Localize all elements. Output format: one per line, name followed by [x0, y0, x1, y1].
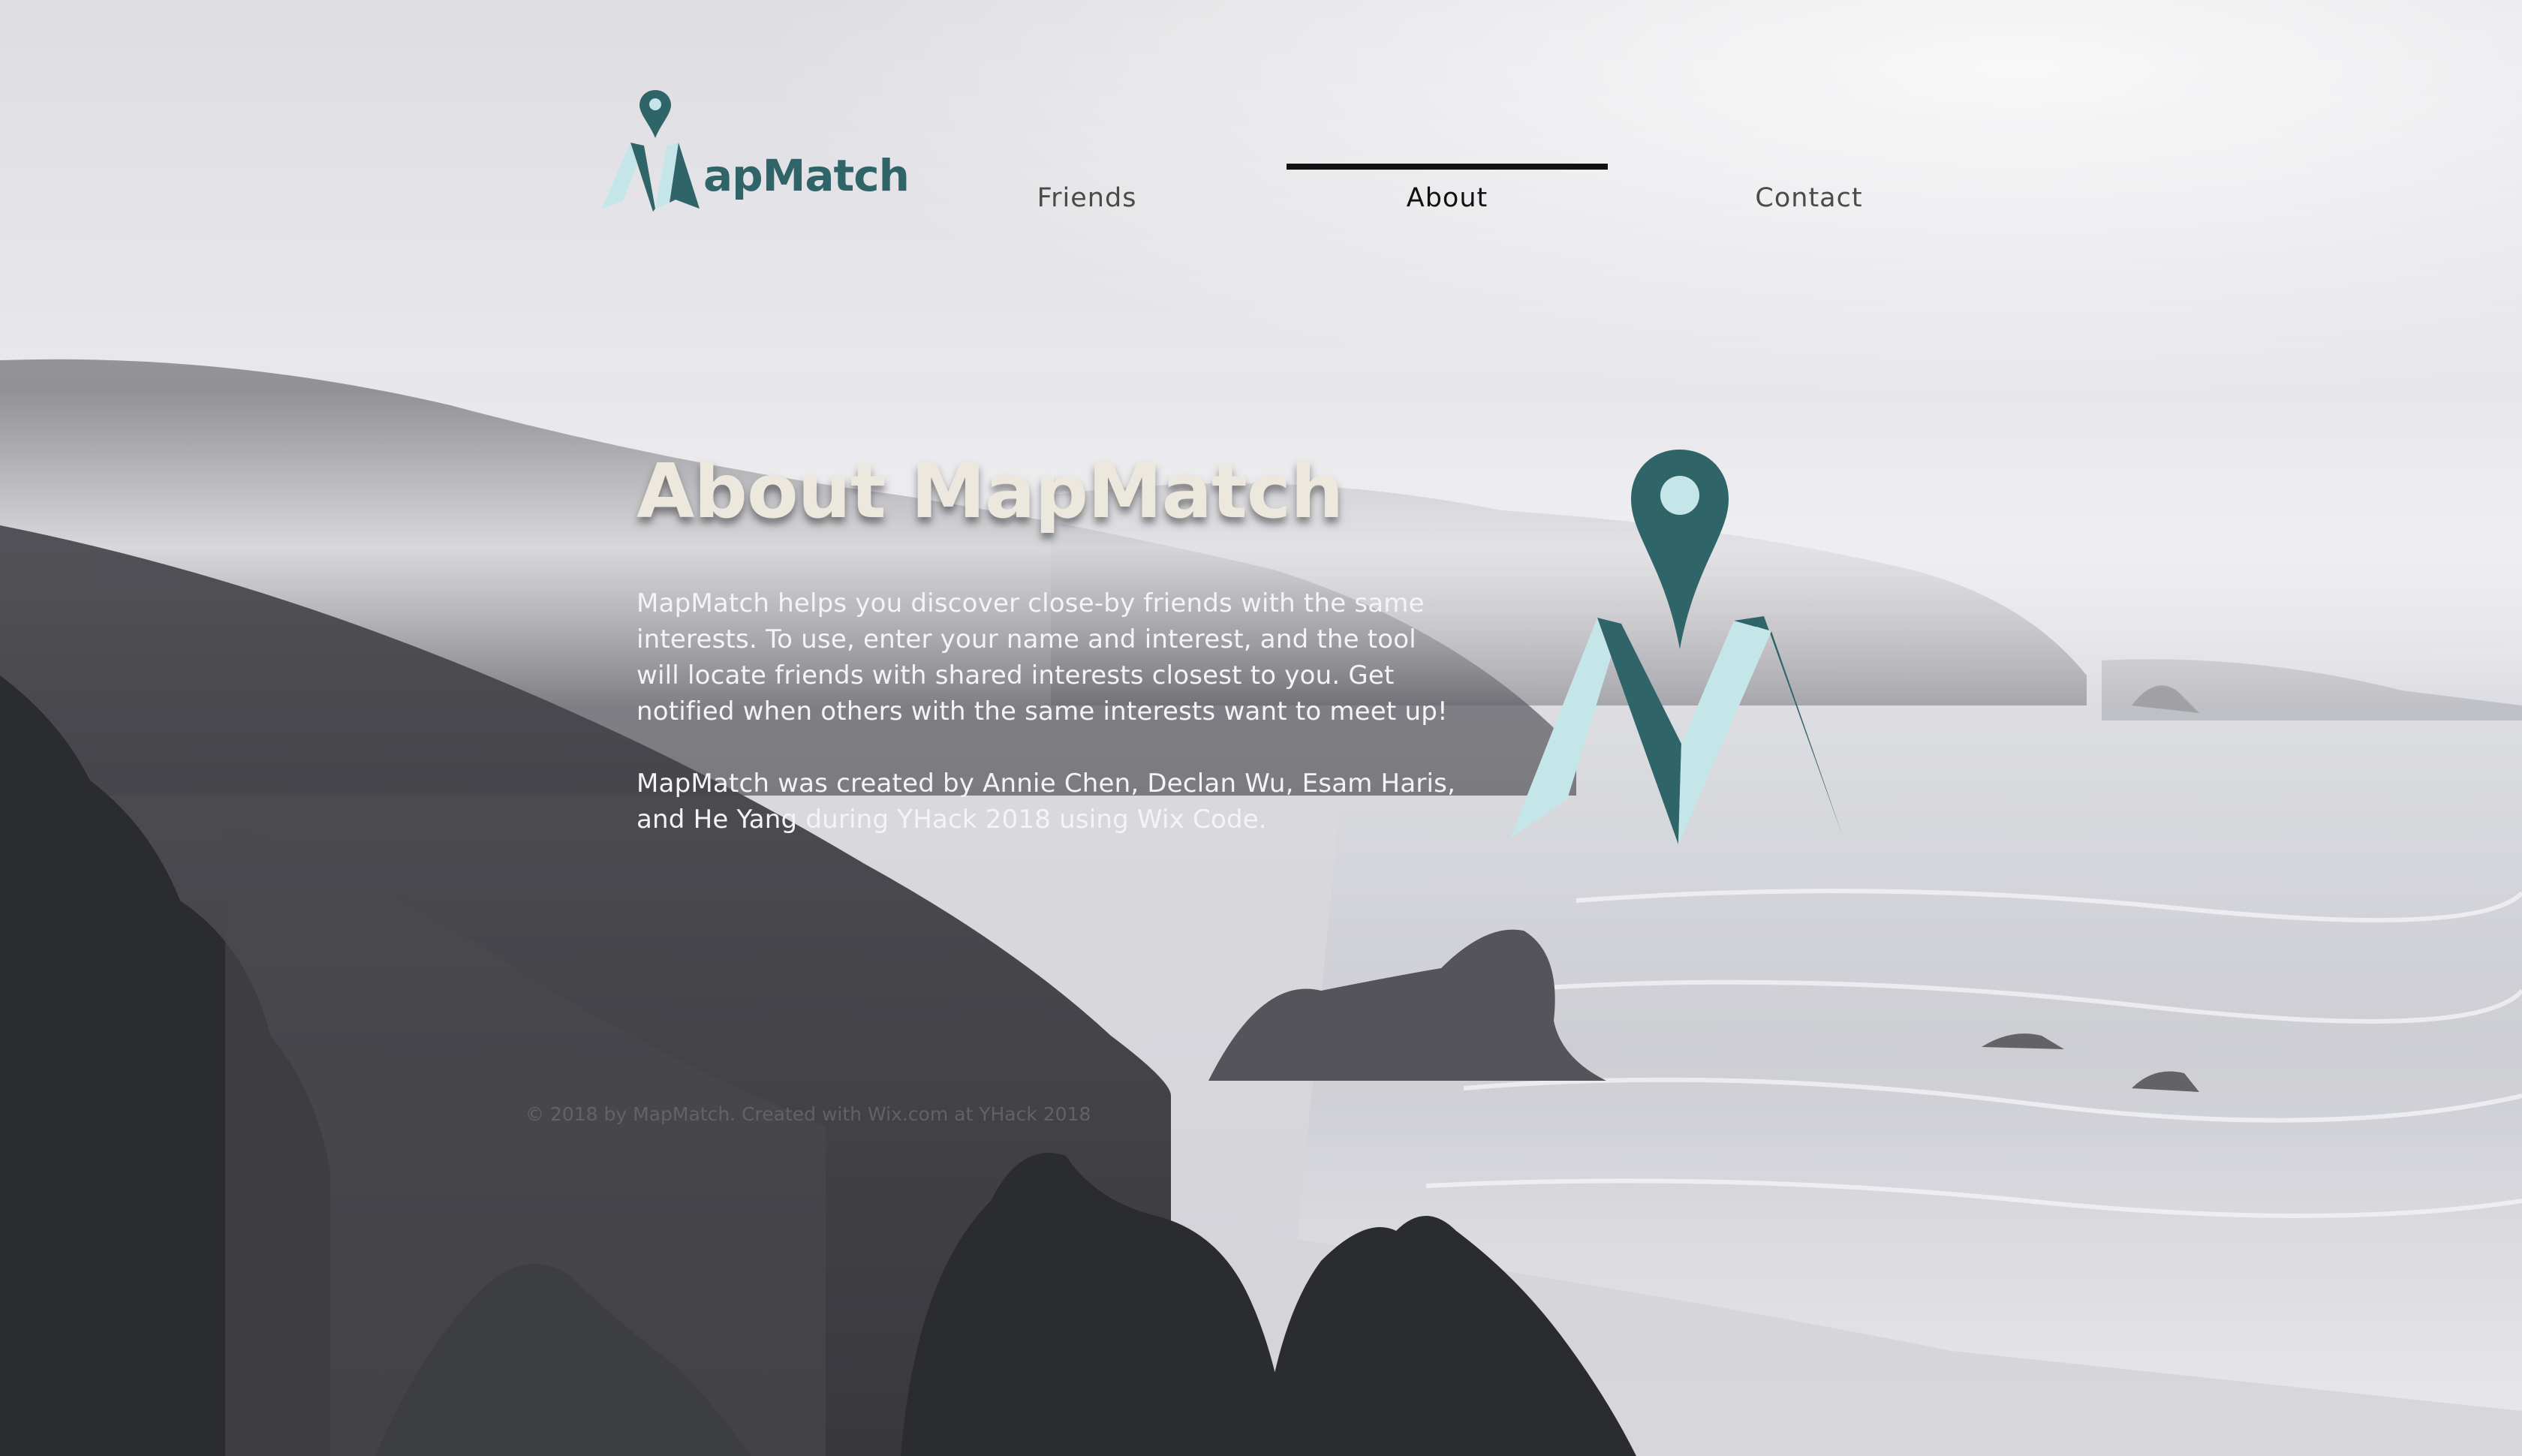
- nav-item-label: About: [1406, 183, 1488, 213]
- map-pin-m-logo-icon: [1510, 450, 1843, 844]
- nav-item-label: Friends: [1037, 183, 1137, 213]
- page-title: About MapMatch: [637, 447, 1344, 535]
- nav-item-about[interactable]: About: [1287, 161, 1608, 221]
- nav-item-contact[interactable]: Contact: [1648, 161, 1970, 221]
- about-credits: MapMatch was created by Annie Chen, Decl…: [637, 769, 1456, 835]
- nav-item-label: Contact: [1755, 183, 1863, 213]
- nav-item-friends[interactable]: Friends: [926, 161, 1247, 221]
- footer-copyright: © 2018 by MapMatch. Created with Wix.com…: [525, 1103, 1091, 1125]
- about-description: MapMatch helps you discover close-by fri…: [637, 588, 1448, 726]
- main-nav: Friends About Contact: [0, 161, 2522, 221]
